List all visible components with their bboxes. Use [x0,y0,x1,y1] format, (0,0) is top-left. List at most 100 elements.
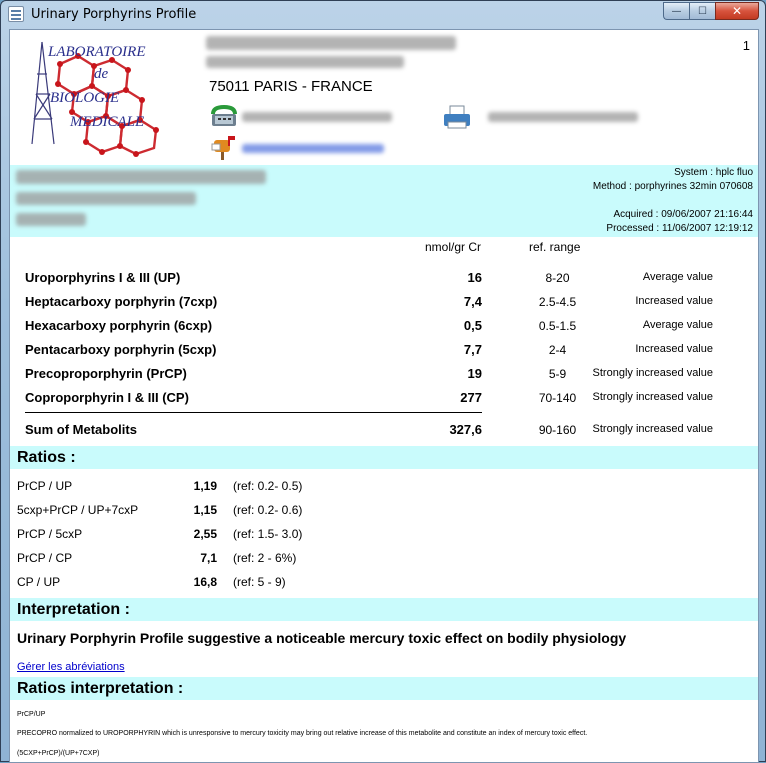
acquired-label: Acquired : 09/06/2007 21:16:44 [613,209,753,220]
metabolite-name: Uroporphyrins I & III (UP) [25,270,181,285]
metabolite-name: Hexacarboxy porphyrin (6cxp) [25,318,213,333]
ratio-value: 1,15 [193,503,217,517]
ratio-ref: (ref: 0.2- 0.6) [233,503,303,517]
ratio-interp-text: PRECOPRO normalized to UROPORPHYRIN whic… [17,730,588,737]
metabolite-status: Average value [642,271,713,283]
metabolite-name: Pentacarboxy porphyrin (5cxp) [25,342,217,357]
processed-label: Processed : 11/06/2007 12:19:12 [606,223,753,234]
interpretation-section-header: Interpretation : [10,598,758,621]
ratio-interp-title: (5CXP+PrCP)/(UP+7CXP) [17,750,100,757]
sum-value: 327,6 [449,422,482,437]
metabolite-status: Increased value [635,343,713,355]
ref-column-header: ref. range [529,240,581,254]
mailbox-icon [211,136,235,160]
ratios-interpretation-heading: Ratios interpretation : [17,680,184,697]
result-row: Hexacarboxy porphyrin (6cxp) 0,5 0.5-1.5… [10,314,758,338]
result-row: Precoproporphyrin (PrCP) 19 5-9 Strongly… [10,362,758,386]
ratio-value: 7,1 [200,551,217,565]
document-icon [8,6,24,22]
interpretation-heading: Interpretation : [17,601,130,618]
logo-line-3: BIOLOGIE [50,90,119,106]
lab-city: 75011 PARIS - FRANCE [209,78,373,95]
interpretation-text: Urinary Porphyrin Profile suggestive a n… [17,630,627,646]
metabolite-value: 19 [467,366,482,381]
laboratory-logo: LABORATOIRE de BIOLOGIE MEDICALE [31,41,159,157]
acquisition-info-band: System : hplc fluo Method : porphyrines … [10,165,758,237]
system-label: System : hplc fluo [674,167,753,178]
redacted-lab-name [206,36,456,50]
redacted-patient-line-2 [16,192,196,205]
metabolite-value: 7,7 [463,342,482,357]
ratio-ref: (ref: 2 - 6%) [233,551,297,565]
metabolite-ref: 2.5-4.5 [538,295,577,309]
metabolite-status: Average value [642,319,713,331]
ratio-interp-title: PrCP/UP [17,711,46,718]
sum-name: Sum of Metabolits [25,422,137,437]
method-label: Method : porphyrines 32min 070608 [592,181,753,192]
ratio-name: PrCP / UP [17,479,73,493]
metabolite-value: 7,4 [463,294,482,309]
fax-icon [444,105,470,129]
ratio-row: PrCP / CP 7,1 (ref: 2 - 6%) [10,546,758,570]
unit-column-header: nmol/gr Cr [425,240,482,254]
metabolite-ref: 8-20 [545,271,570,285]
window-controls: — ☐ ✕ [663,2,759,20]
metabolite-name: Heptacarboxy porphyrin (7cxp) [25,294,218,309]
metabolite-status: Strongly increased value [592,367,713,379]
metabolite-value: 277 [460,390,482,405]
result-row: Heptacarboxy porphyrin (7cxp) 7,4 2.5-4.… [10,290,758,314]
sum-ref: 90-160 [538,423,577,437]
phone-icon [211,104,237,126]
ratios-section-header: Ratios : [10,446,758,469]
metabolite-status: Increased value [635,295,713,307]
metabolite-name: Coproporphyrin I & III (CP) [25,390,189,405]
close-button[interactable]: ✕ [715,2,759,20]
redacted-patient-line-3 [16,213,86,226]
ratio-row: CP / UP 16,8 (ref: 5 - 9) [10,570,758,594]
ratio-row: PrCP / 5cxP 2,55 (ref: 1.5- 3.0) [10,522,758,546]
app-window: Urinary Porphyrins Profile — ☐ ✕ LABORAT… [0,0,766,763]
logo-line-1: LABORATOIRE [47,44,146,60]
window-title: Urinary Porphyrins Profile [31,7,197,22]
sum-divider [25,412,482,413]
redacted-address [206,56,404,68]
minimize-button[interactable]: — [663,2,689,20]
ratio-value: 1,19 [193,479,217,493]
redacted-patient-line-1 [16,170,266,184]
ratio-ref: (ref: 1.5- 3.0) [233,527,303,541]
ratio-value: 16,8 [193,575,217,589]
metabolite-value: 0,5 [463,318,482,333]
ratio-name: PrCP / CP [17,551,73,565]
ratio-name: PrCP / 5cxP [17,527,83,541]
sum-status: Strongly increased value [592,423,713,435]
logo-line-4: MEDICALE [69,114,144,130]
metabolite-ref: 70-140 [538,391,577,405]
report-content[interactable]: LABORATOIRE de BIOLOGIE MEDICALE 1 75011… [9,29,759,763]
maximize-button[interactable]: ☐ [689,2,715,20]
ratio-ref: (ref: 0.2- 0.5) [233,479,303,493]
ratio-row: 5cxp+PrCP / UP+7cxP 1,15 (ref: 0.2- 0.6) [10,498,758,522]
manage-abbreviations-link[interactable]: Gérer les abréviations [17,661,125,673]
metabolite-ref: 2-4 [548,343,567,357]
ratios-heading: Ratios : [17,449,76,466]
sum-row: Sum of Metabolits 327,6 90-160 Strongly … [10,418,758,442]
ratios-interpretation-section-header: Ratios interpretation : [10,677,758,700]
redacted-fax [488,112,638,122]
ratio-name: CP / UP [17,575,61,589]
ratio-value: 2,55 [193,527,217,541]
title-bar[interactable]: Urinary Porphyrins Profile — ☐ ✕ [1,1,765,28]
redacted-email [242,144,384,153]
metabolite-status: Strongly increased value [592,391,713,403]
result-row: Coproporphyrin I & III (CP) 277 70-140 S… [10,386,758,410]
redacted-phone [242,112,392,122]
ratio-ref: (ref: 5 - 9) [233,575,286,589]
metabolite-ref: 5-9 [548,367,567,381]
result-row: Uroporphyrins I & III (UP) 16 8-20 Avera… [10,266,758,290]
page-number: 1 [742,38,750,53]
ratio-row: PrCP / UP 1,19 (ref: 0.2- 0.5) [10,474,758,498]
metabolite-value: 16 [467,270,482,285]
result-row: Pentacarboxy porphyrin (5cxp) 7,7 2-4 In… [10,338,758,362]
metabolite-ref: 0.5-1.5 [538,319,577,333]
ratio-name: 5cxp+PrCP / UP+7cxP [17,503,139,517]
logo-line-2: de [94,66,109,82]
